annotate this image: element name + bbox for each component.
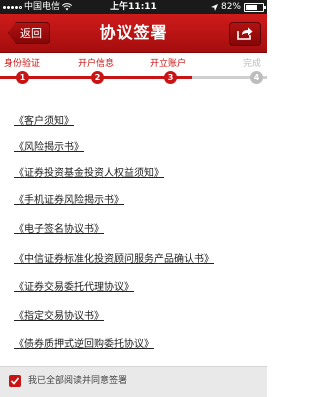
step-dot-3: 3 <box>164 71 177 84</box>
checkmark-icon <box>11 377 19 385</box>
agree-label[interactable]: 我已全部阅读并同意签署 <box>28 375 127 387</box>
step-label-3: 开立账户 <box>150 59 187 69</box>
agreement-bar: 我已全部阅读并同意签署 <box>0 366 267 397</box>
battery-icon <box>244 2 266 12</box>
step-dot-1: 1 <box>16 71 29 84</box>
step-dot-2: 2 <box>91 71 104 84</box>
back-button[interactable]: 返回 <box>8 22 50 44</box>
step-label-2: 开户信息 <box>78 59 115 69</box>
document-link-fund-investor-rights[interactable]: 《证券投资基金投资人权益须知》 <box>14 164 164 179</box>
document-link-mobile-risk-disclosure[interactable]: 《手机证券风险揭示书》 <box>14 191 124 206</box>
location-icon <box>210 3 218 11</box>
document-link-advisory-confirmation[interactable]: 《中信证券标准化投资顾问服务产品确认书》 <box>14 250 214 265</box>
agree-checkbox[interactable] <box>9 375 21 387</box>
share-icon <box>237 27 253 40</box>
document-link-e-signature-agreement[interactable]: 《电子签名协议书》 <box>14 220 104 235</box>
progress-track <box>0 76 267 79</box>
document-link-bond-repo[interactable]: 《债券质押式逆回购委托协议》 <box>14 335 154 350</box>
document-link-trading-agency[interactable]: 《证券交易委托代理协议》 <box>14 278 134 293</box>
nav-bar: 协议签署 返回 <box>0 14 267 53</box>
battery-percent: 82% <box>220 2 241 12</box>
share-button[interactable] <box>229 22 261 46</box>
status-bar: 中国电信 上午11:11 82% <box>0 0 267 14</box>
status-right: 82% <box>210 0 266 14</box>
progress-stepper: 身份验证 开户信息 开立账户 完成 1 2 3 4 <box>0 53 267 93</box>
step-dot-4: 4 <box>250 71 263 84</box>
document-link-designated-trading[interactable]: 《指定交易协议书》 <box>14 307 104 322</box>
document-link-customer-notice[interactable]: 《客户须知》 <box>14 112 74 127</box>
step-label-4: 完成 <box>243 59 262 69</box>
document-link-risk-disclosure[interactable]: 《风险揭示书》 <box>14 138 84 153</box>
step-label-1: 身份验证 <box>4 59 41 69</box>
